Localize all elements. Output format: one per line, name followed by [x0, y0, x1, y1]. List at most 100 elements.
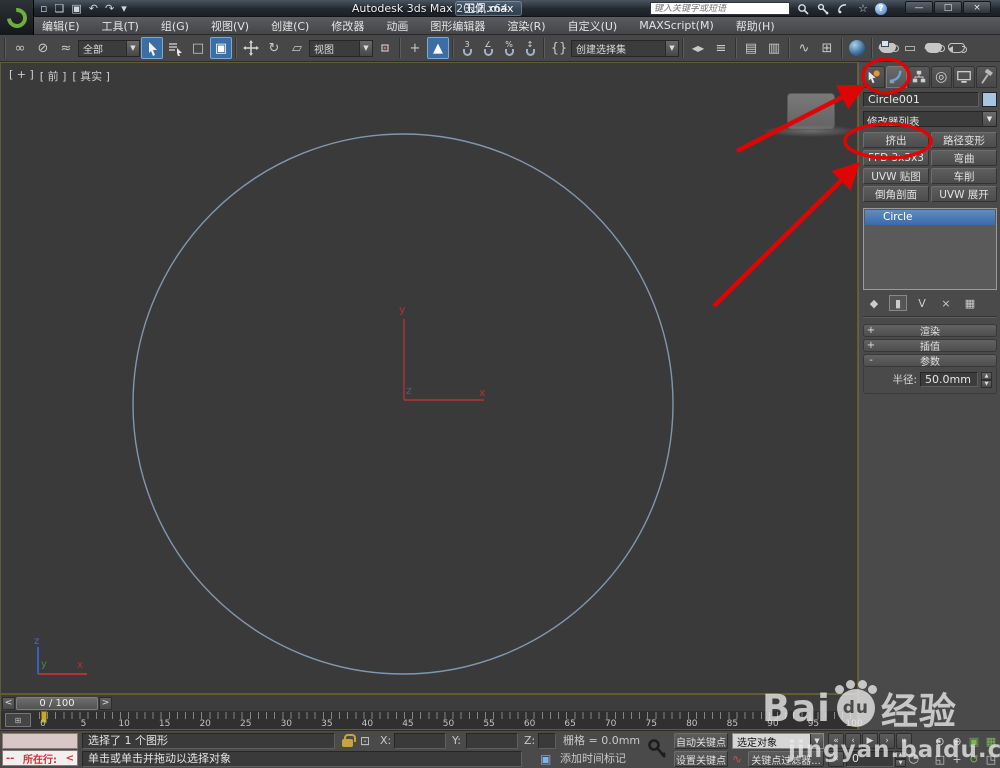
viewport-view-label[interactable]: [ 前 ] — [40, 68, 67, 84]
mirror-icon[interactable]: ◀▶ — [687, 37, 709, 59]
maxscript-mini-listener[interactable] — [2, 733, 78, 749]
render-iterative-icon[interactable] — [945, 37, 967, 59]
next-frame-button[interactable]: › — [879, 733, 895, 749]
rollout-parameters[interactable]: - 参数 — [863, 354, 997, 368]
bind-to-space-warp-icon[interactable]: ≈ — [55, 37, 77, 59]
close-button[interactable]: × — [963, 1, 991, 14]
previous-frame-button[interactable]: < — [2, 696, 15, 710]
open-mini-curve-editor-icon[interactable]: ⊞ — [5, 713, 31, 727]
material-editor-icon[interactable] — [846, 37, 868, 59]
modifier-button-bend[interactable]: 弯曲 — [931, 150, 997, 166]
selection-lock-icon[interactable] — [342, 734, 356, 747]
maximize-button[interactable]: □ — [934, 1, 962, 14]
select-and-rotate-icon[interactable]: ↻ — [263, 37, 285, 59]
tab-utilities[interactable] — [975, 66, 997, 88]
subscription-key-icon[interactable] — [815, 2, 831, 15]
next-frame-button[interactable]: > — [99, 696, 112, 710]
selection-mode-dropdown[interactable]: 选定对象 ▼ — [732, 733, 824, 749]
viewport-front[interactable]: [ + ] [ 前 ] [ 真实 ] y x z z x y — [0, 62, 861, 694]
layer-manager-icon[interactable]: ▤ — [740, 37, 762, 59]
schematic-view-icon[interactable]: ⊞ — [816, 37, 838, 59]
x-coordinate-field[interactable] — [394, 733, 446, 749]
current-frame-field[interactable]: 0 — [846, 751, 894, 767]
add-time-tag-label[interactable]: 添加时间标记 — [560, 751, 626, 767]
select-by-name-icon[interactable] — [164, 37, 186, 59]
radius-value-field[interactable]: 50.0mm — [920, 372, 978, 387]
toolbar-overflow-icon[interactable]: ▾ — [121, 2, 127, 15]
reference-coordinate-system-dropdown[interactable]: 视图 ▼ — [309, 39, 373, 57]
render-production-icon[interactable] — [922, 37, 945, 59]
modifier-button-ffd-3x3x3[interactable]: FFD 3x3x3 — [863, 150, 929, 166]
isolate-selection-icon[interactable]: ▣ — [540, 751, 551, 767]
object-name-field[interactable]: Circle001 — [863, 92, 979, 107]
menu-views[interactable]: 视图(V) — [211, 18, 249, 34]
modifier-button-bevel-profile[interactable]: 倒角剖面 — [863, 186, 929, 202]
menu-customize[interactable]: 自定义(U) — [568, 18, 618, 34]
zoom-extents-icon[interactable]: ▣ — [966, 733, 982, 749]
z-coordinate-field[interactable] — [538, 733, 556, 749]
key-filters-button[interactable]: 关键点过滤器... — [748, 751, 824, 767]
viewport-shading-label[interactable]: [ 真实 ] — [72, 68, 110, 84]
zoom-extents-all-icon[interactable]: ▦ — [983, 733, 999, 749]
go-to-end-button[interactable]: » — [896, 733, 912, 749]
zoom-all-icon[interactable]: ⊕ — [949, 733, 965, 749]
communication-center-icon[interactable] — [835, 2, 851, 15]
align-icon[interactable]: ≡ — [710, 37, 732, 59]
show-end-result-icon[interactable]: ▮ — [889, 295, 907, 311]
pin-stack-icon[interactable]: ◆ — [865, 295, 883, 311]
select-object-icon[interactable] — [141, 37, 163, 59]
key-mode-toggle-button[interactable]: « — [828, 751, 844, 767]
trackbar[interactable]: ⊞ 0 5 10 15 20 25 30 35 40 45 50 55 60 65 70 75 80 85 90 95… — [0, 711, 863, 730]
keyboard-shortcut-override-icon[interactable]: ▲ — [427, 37, 449, 59]
named-selection-sets-dropdown[interactable]: 创建选择集 ▼ — [571, 39, 679, 57]
graphite-modeling-tools-icon[interactable]: ▥ — [763, 37, 785, 59]
rectangular-selection-region-icon[interactable]: □ — [187, 37, 209, 59]
set-key-button[interactable]: 设置关键点 — [674, 751, 728, 767]
menu-group[interactable]: 组(G) — [161, 18, 189, 34]
tab-display[interactable] — [953, 66, 975, 88]
remove-modifier-icon[interactable]: × — [937, 295, 955, 311]
zoom-region-icon[interactable]: ◱ — [932, 751, 948, 767]
unlink-selection-icon[interactable]: ⊘ — [32, 37, 54, 59]
time-slider-handle[interactable]: 0 / 100 — [16, 696, 98, 710]
modifier-button-uvw-map[interactable]: UVW 贴图 — [863, 168, 929, 184]
y-coordinate-field[interactable] — [466, 733, 518, 749]
tab-modify[interactable] — [885, 66, 907, 88]
select-and-scale-icon[interactable]: ▱ — [286, 37, 308, 59]
maxscript-listener-line[interactable]: -- 所在行: < — [2, 750, 78, 766]
angle-snap-toggle-icon[interactable]: ∠ — [478, 37, 498, 59]
tab-motion[interactable]: ◎ — [930, 66, 952, 88]
new-key-mode-icon[interactable]: ∿ — [732, 751, 742, 767]
application-menu-button[interactable] — [0, 0, 34, 35]
radius-spinner[interactable]: ▲ ▼ — [981, 372, 992, 388]
frame-spinner[interactable]: ▲ ▼ — [895, 751, 906, 767]
open-file-icon[interactable]: ❏ — [54, 2, 64, 15]
menu-graph-editors[interactable]: 图形编辑器 — [430, 18, 485, 34]
previous-frame-button[interactable]: ‹ — [845, 733, 861, 749]
viewport-menu-label[interactable]: [ + ] — [9, 68, 34, 84]
snaps-toggle-icon[interactable]: 3 — [457, 37, 477, 59]
help-search-input[interactable] — [651, 3, 789, 14]
edit-named-selection-sets-icon[interactable]: {} — [548, 37, 570, 59]
tab-create[interactable] — [863, 66, 885, 88]
play-button[interactable]: ▶ — [862, 733, 878, 749]
maximize-viewport-toggle-icon[interactable]: ◳ — [983, 751, 999, 767]
menu-modifiers[interactable]: 修改器 — [331, 18, 364, 34]
search-icon[interactable] — [795, 2, 811, 15]
orbit-icon[interactable]: ↺ — [966, 751, 982, 767]
undo-icon[interactable]: ↶ — [89, 2, 98, 15]
modifier-button-uvw-unwrap[interactable]: UVW 展开 — [931, 186, 997, 202]
rollout-rendering[interactable]: + 渲染 — [863, 324, 997, 338]
menu-animation[interactable]: 动画 — [386, 18, 408, 34]
help-search-box[interactable] — [650, 2, 790, 15]
zoom-icon[interactable]: ⊙ — [932, 733, 948, 749]
help-icon[interactable]: ? — [875, 2, 887, 15]
make-unique-icon[interactable]: V — [913, 295, 931, 311]
rollout-interpolation[interactable]: + 插值 — [863, 339, 997, 353]
stack-item-circle[interactable]: Circle — [865, 210, 995, 225]
redo-icon[interactable]: ↷ — [105, 2, 114, 15]
menu-edit[interactable]: 编辑(E) — [42, 18, 80, 34]
modifier-button-lathe[interactable]: 车削 — [931, 168, 997, 184]
menu-help[interactable]: 帮助(H) — [736, 18, 775, 34]
use-pivot-point-center-icon[interactable] — [374, 37, 396, 59]
